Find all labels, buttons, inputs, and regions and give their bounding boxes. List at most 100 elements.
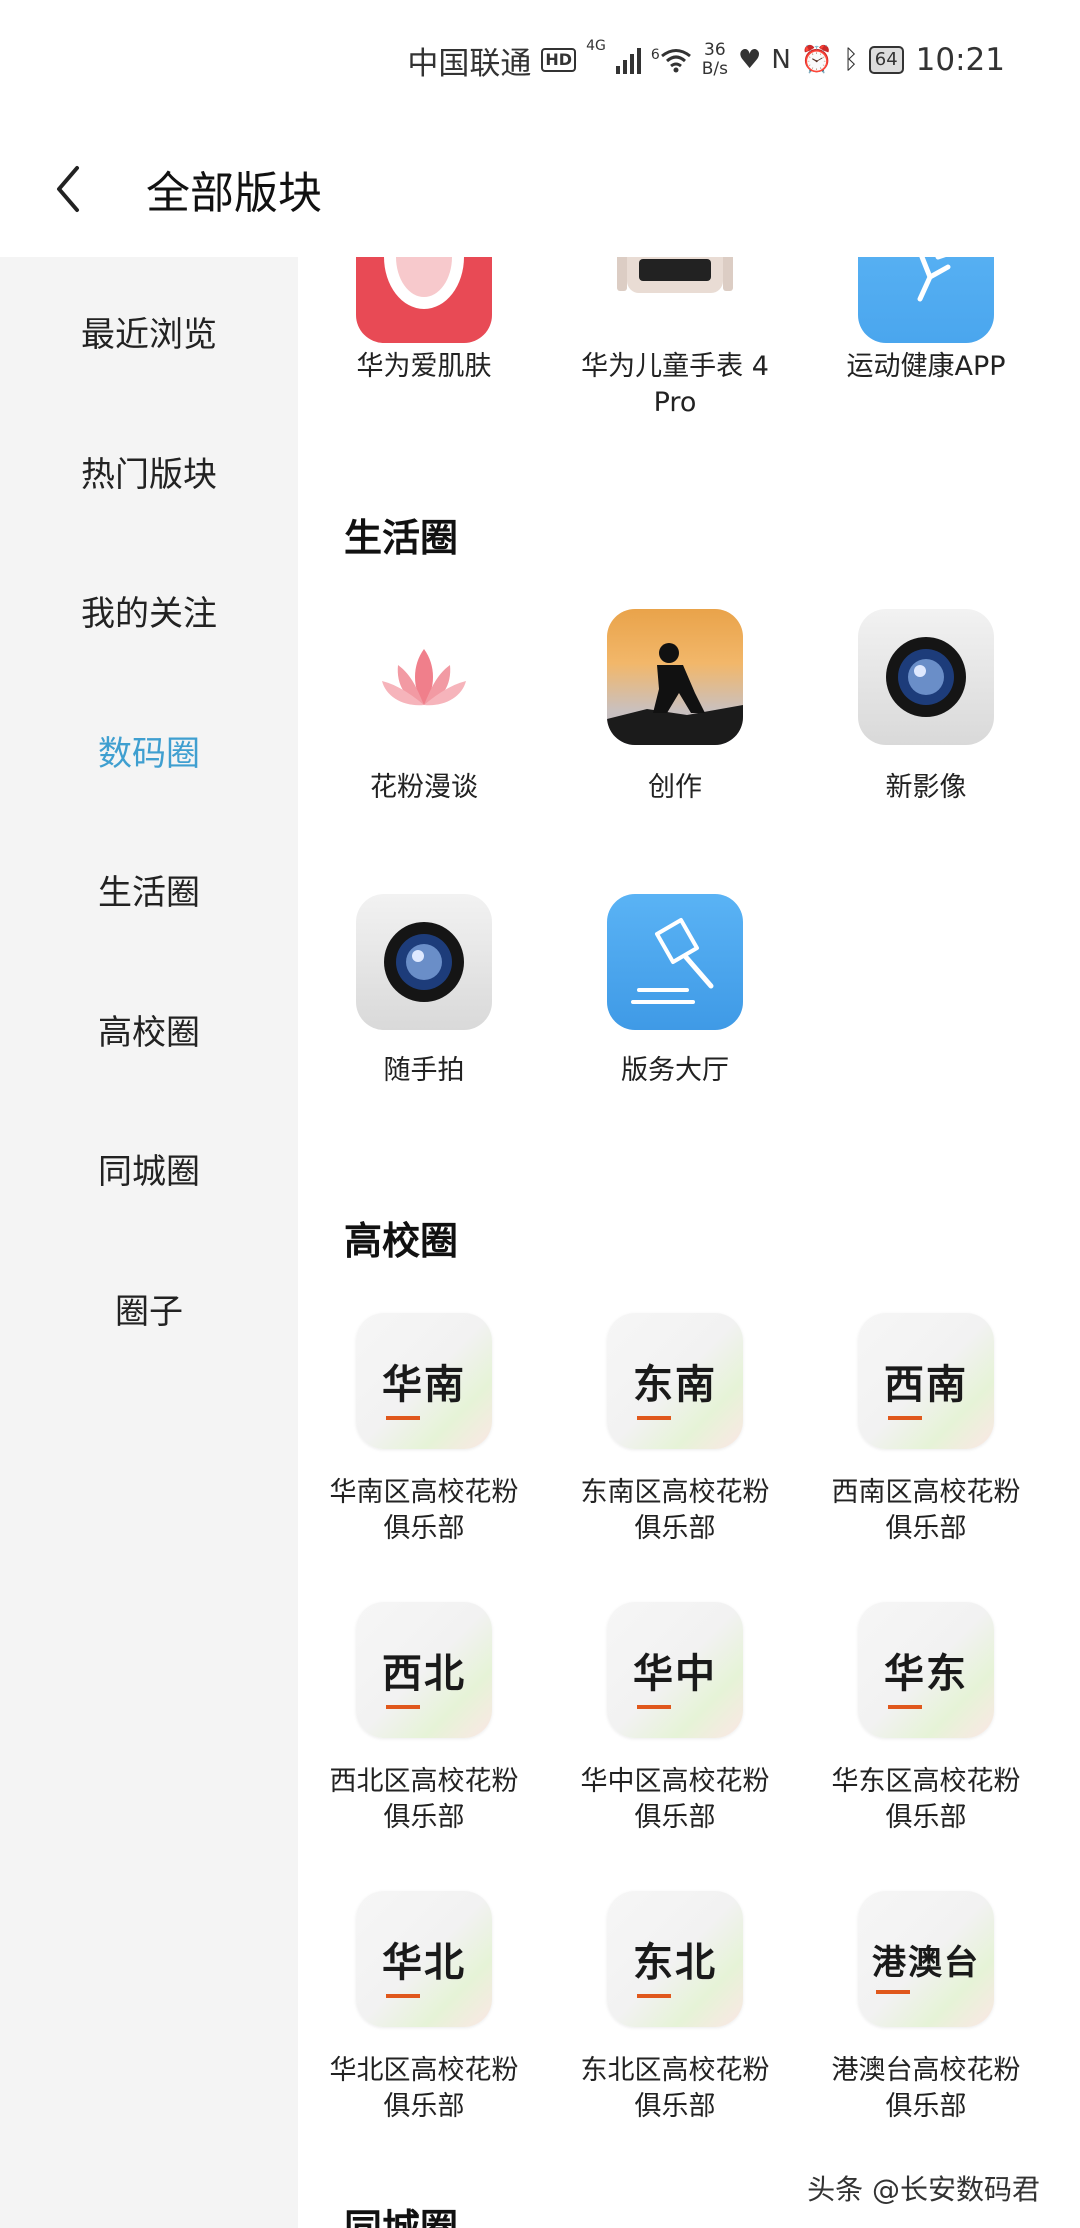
tile-label: 版务大厅 — [621, 1055, 729, 1086]
tile-label: 东北区高校花粉 — [580, 2055, 770, 2086]
tile-label: 华为爱肌肤 — [356, 351, 492, 382]
board-tile[interactable]: 版务大厅 — [550, 1053, 800, 1089]
board-tile[interactable]: 华东区高校花粉 俱乐部 — [801, 1764, 1051, 1836]
tile-label: 俱乐部 — [634, 1513, 716, 1544]
tile-label: 俱乐部 — [885, 2091, 967, 2122]
campus-north-china-icon[interactable]: 华北 — [356, 1891, 492, 2027]
board-tile[interactable]: 花粉漫谈 — [299, 770, 549, 806]
gavel-icon[interactable] — [607, 894, 743, 1030]
campus-northwest-icon[interactable]: 西北 — [356, 1602, 492, 1738]
camera-lens-icon[interactable] — [858, 609, 994, 745]
sidebar-item-circles[interactable]: 圈子 — [0, 1278, 298, 1338]
icon-text: 华北 — [382, 1930, 466, 1998]
tile-label: 西北区高校花粉 — [329, 1766, 519, 1797]
status-bar: 中国联通 HD 4G 6 36 B/s ♥ N ⏰ ᛒ 64 10:21 — [0, 0, 1080, 120]
back-button[interactable] — [40, 161, 96, 217]
tile-label: 华北区高校花粉 — [329, 2055, 519, 2086]
section-title-city: 同城圈 — [344, 2206, 459, 2228]
campus-northeast-icon[interactable]: 东北 — [607, 1891, 743, 2027]
board-tile[interactable]: 港澳台高校花粉 俱乐部 — [801, 2053, 1051, 2125]
icon-text: 港澳台 — [872, 1935, 980, 1994]
app-screen: 中国联通 HD 4G 6 36 B/s ♥ N ⏰ ᛒ 64 10:21 全部版… — [0, 0, 1080, 2228]
wifi-badge: 6 — [650, 47, 660, 63]
net-speed-unit: B/s — [701, 59, 728, 79]
watermark: 头条 @长安数码君 — [807, 2173, 1040, 2206]
sidebar-item-digital[interactable]: 数码圈 — [0, 720, 298, 780]
icon-text: 华南 — [382, 1352, 466, 1420]
icon-text: 西北 — [382, 1641, 466, 1709]
board-tile[interactable]: 创作 — [550, 770, 800, 806]
icon-text: 东南 — [633, 1352, 717, 1420]
battery-icon: 64 — [868, 46, 904, 74]
campus-southeast-icon[interactable]: 东南 — [607, 1313, 743, 1449]
campus-south-china-icon[interactable]: 华南 — [356, 1313, 492, 1449]
sidebar-item-city[interactable]: 同城圈 — [0, 1138, 298, 1198]
category-sidebar: 最近浏览 热门版块 我的关注 数码圈 生活圈 高校圈 同城圈 圈子 — [0, 257, 298, 2228]
tile-label: 俱乐部 — [383, 1802, 465, 1833]
nfc-icon: N — [771, 45, 791, 75]
heart-rate-icon: ♥ — [738, 45, 762, 75]
board-tile[interactable]: 西南区高校花粉 俱乐部 — [801, 1475, 1051, 1547]
tile-label: 俱乐部 — [383, 2091, 465, 2122]
icon-text: 西南 — [884, 1352, 968, 1420]
board-tile[interactable]: 华为儿童手表 4 Pro — [550, 349, 800, 421]
sidebar-item-following[interactable]: 我的关注 — [0, 580, 298, 640]
tile-label: 俱乐部 — [634, 1802, 716, 1833]
tile-label: 俱乐部 — [634, 2091, 716, 2122]
chevron-left-icon — [57, 165, 79, 212]
campus-southwest-icon[interactable]: 西南 — [858, 1313, 994, 1449]
health-app-icon[interactable] — [858, 257, 994, 343]
tile-label: 东南区高校花粉 — [580, 1477, 770, 1508]
tile-label: 华中区高校花粉 — [580, 1766, 770, 1797]
network-type: 4G — [586, 38, 606, 54]
lotus-icon[interactable] — [356, 609, 492, 745]
campus-central-china-icon[interactable]: 华中 — [607, 1602, 743, 1738]
tile-label: 西南区高校花粉 — [831, 1477, 1021, 1508]
campus-hk-macao-taiwan-icon[interactable]: 港澳台 — [858, 1891, 994, 2027]
tile-label: 花粉漫谈 — [370, 772, 478, 803]
skin-app-icon[interactable] — [356, 257, 492, 343]
board-tile[interactable]: 华中区高校花粉 俱乐部 — [550, 1764, 800, 1836]
signal-icon — [615, 46, 641, 74]
net-speed: 36 B/s — [702, 41, 728, 79]
section-title-campus: 高校圈 — [344, 1219, 459, 1263]
board-tile[interactable]: 西北区高校花粉 俱乐部 — [299, 1764, 549, 1836]
tile-label: 运动健康APP — [846, 351, 1006, 382]
icon-text: 东北 — [633, 1930, 717, 1998]
camera-lens-icon[interactable] — [356, 894, 492, 1030]
hd-badge: HD — [541, 48, 577, 72]
board-list: 华为爱肌肤 华为儿童手表 4 Pro 运动健康APP 生活圈 花粉漫谈 创作 新… — [298, 257, 1080, 2228]
tile-label: 创作 — [648, 772, 702, 803]
kids-watch-icon[interactable] — [607, 257, 743, 343]
tile-label: 华南区高校花粉 — [329, 1477, 519, 1508]
section-title-life: 生活圈 — [344, 516, 459, 560]
board-tile[interactable]: 华为爱肌肤 — [299, 349, 549, 385]
board-tile[interactable]: 新影像 — [801, 770, 1051, 806]
tile-label: 华东区高校花粉 — [831, 1766, 1021, 1797]
sidebar-item-recent[interactable]: 最近浏览 — [0, 301, 298, 361]
tile-label: 港澳台高校花粉 — [831, 2055, 1021, 2086]
tile-label: 俱乐部 — [885, 1802, 967, 1833]
tile-label: 华为儿童手表 4 Pro — [581, 351, 769, 418]
tile-label: 俱乐部 — [383, 1513, 465, 1544]
sidebar-item-campus[interactable]: 高校圈 — [0, 999, 298, 1059]
board-tile[interactable]: 随手拍 — [299, 1053, 549, 1089]
sidebar-item-life[interactable]: 生活圈 — [0, 859, 298, 919]
board-tile[interactable]: 运动健康APP — [801, 349, 1051, 385]
page-title: 全部版块 — [146, 167, 322, 219]
board-tile[interactable]: 华南区高校花粉 俱乐部 — [299, 1475, 549, 1547]
app-header: 全部版块 — [0, 120, 1080, 257]
tile-label: 新影像 — [885, 772, 967, 803]
clock: 10:21 — [915, 42, 1005, 78]
alarm-icon: ⏰ — [800, 45, 834, 75]
sunset-photo-icon[interactable] — [607, 609, 743, 745]
sidebar-item-hot[interactable]: 热门版块 — [0, 441, 298, 501]
board-tile[interactable]: 东北区高校花粉 俱乐部 — [550, 2053, 800, 2125]
campus-east-china-icon[interactable]: 华东 — [858, 1602, 994, 1738]
icon-text: 华中 — [633, 1641, 717, 1709]
wifi-icon: 6 — [651, 47, 692, 73]
board-tile[interactable]: 华北区高校花粉 俱乐部 — [299, 2053, 549, 2125]
icon-text: 华东 — [884, 1641, 968, 1709]
board-tile[interactable]: 东南区高校花粉 俱乐部 — [550, 1475, 800, 1547]
bluetooth-icon: ᛒ — [843, 45, 859, 75]
